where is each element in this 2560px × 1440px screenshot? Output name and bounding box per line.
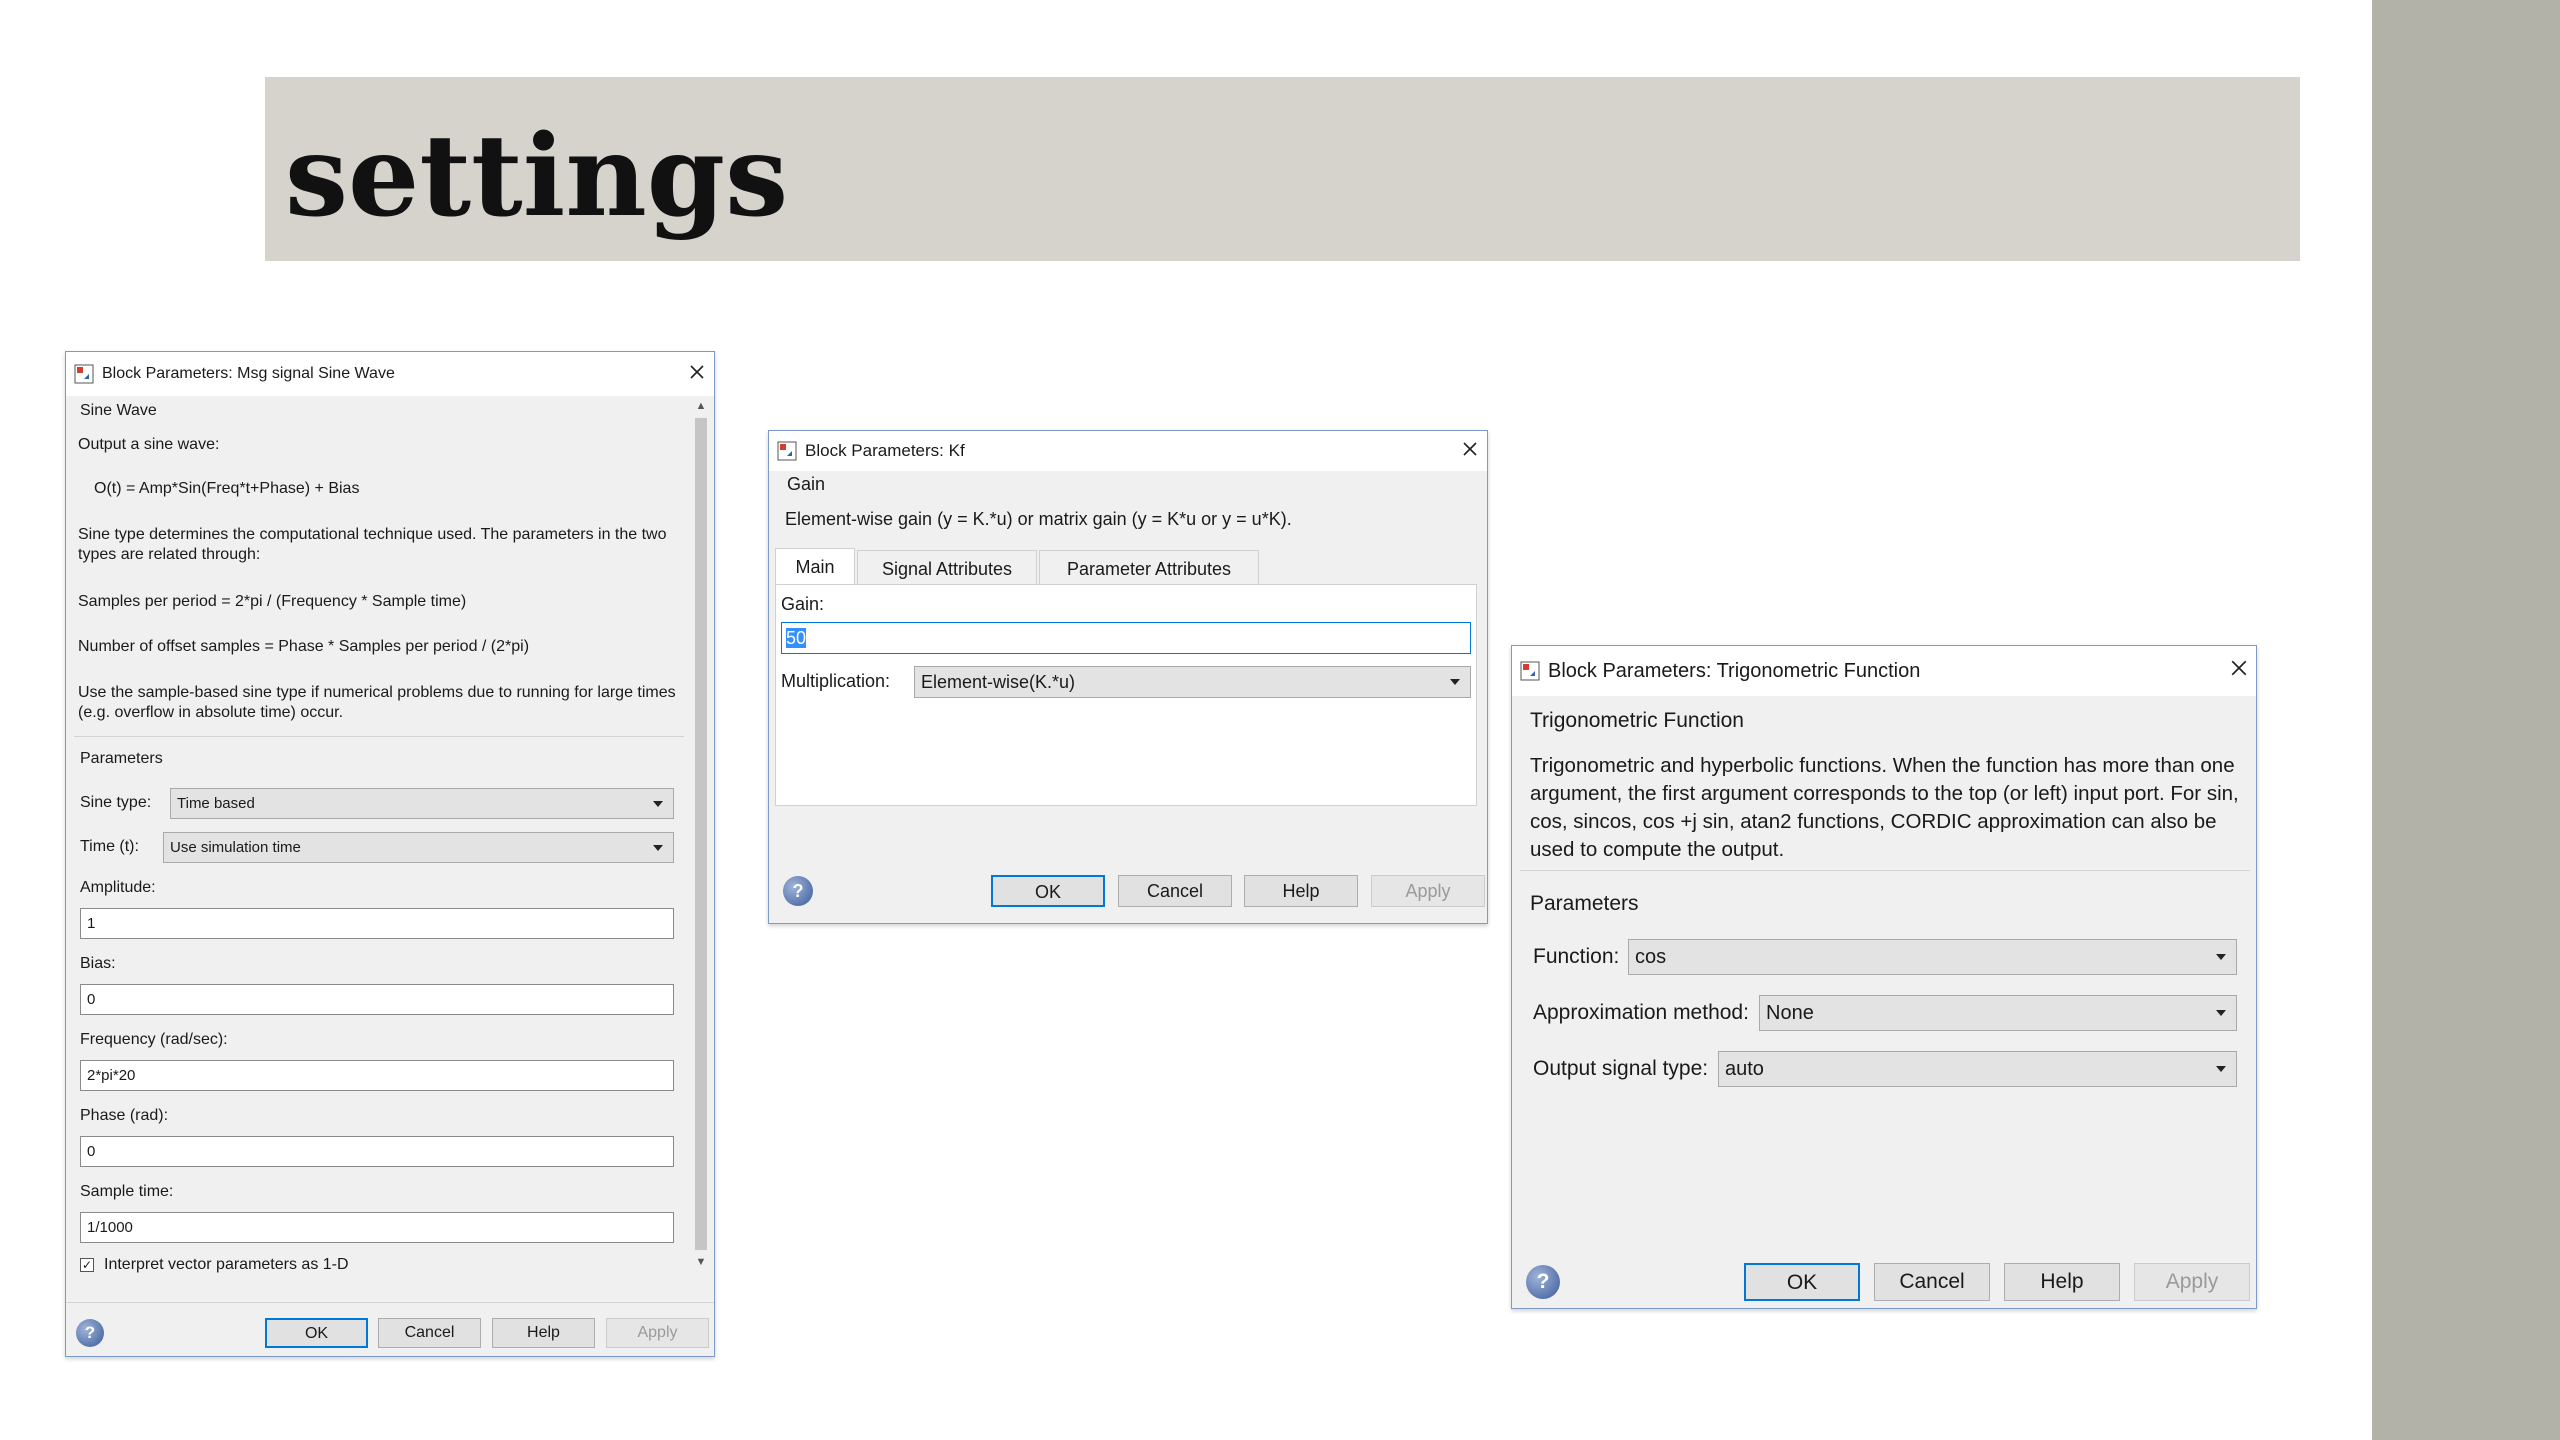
close-button[interactable] xyxy=(2222,659,2256,683)
parameters-label: Parameters xyxy=(80,750,163,767)
ok-button[interactable]: OK xyxy=(1744,1263,1860,1301)
dialog-title: Block Parameters: Trigonometric Function xyxy=(1548,659,1921,682)
sine-type-label: Sine type: xyxy=(80,794,152,811)
phase-field[interactable]: 0 xyxy=(80,1136,674,1167)
frequency-field[interactable]: 2*pi*20 xyxy=(80,1060,674,1091)
parameters-label: Parameters xyxy=(1530,892,1639,915)
chevron-down-icon xyxy=(2216,954,2226,960)
tab-signal-attributes[interactable]: Signal Attributes xyxy=(857,550,1037,586)
selected-value: cos xyxy=(1635,946,1667,968)
function-label: Function: xyxy=(1533,945,1620,968)
cancel-button[interactable]: Cancel xyxy=(378,1318,481,1348)
multiplication-select[interactable]: Element-wise(K.*u) xyxy=(914,666,1471,698)
ok-button[interactable]: OK xyxy=(265,1318,368,1348)
section-label: Gain xyxy=(787,474,826,494)
close-icon xyxy=(2231,660,2247,676)
titlebar: Block Parameters: Trigonometric Function xyxy=(1512,646,2256,696)
output-signal-type-label: Output signal type: xyxy=(1533,1057,1709,1080)
close-icon xyxy=(1463,441,1477,456)
cancel-button[interactable]: Cancel xyxy=(1874,1263,1990,1301)
cancel-button[interactable]: Cancel xyxy=(1118,875,1232,907)
description-line: Output a sine wave: xyxy=(78,436,220,453)
scrollbar[interactable]: ▲ ▼ xyxy=(692,398,710,1270)
help-icon[interactable]: ? xyxy=(76,1319,104,1347)
multiplication-label: Multiplication: xyxy=(781,671,891,691)
output-signal-type-select[interactable]: auto xyxy=(1718,1051,2237,1087)
page-title: settings xyxy=(285,111,789,242)
bias-field[interactable]: 0 xyxy=(80,984,674,1015)
chevron-down-icon xyxy=(2216,1066,2226,1072)
selected-value: Element-wise(K.*u) xyxy=(921,672,1076,692)
approximation-method-select[interactable]: None xyxy=(1759,995,2237,1031)
selected-value: auto xyxy=(1725,1058,1764,1080)
side-bar xyxy=(2372,0,2560,1440)
help-icon[interactable]: ? xyxy=(783,876,813,906)
apply-button[interactable]: Apply xyxy=(1371,875,1485,907)
gain-value: 50 xyxy=(786,628,807,648)
description-text: Element-wise gain (y = K.*u) or matrix g… xyxy=(785,509,1292,529)
divider xyxy=(66,1302,714,1303)
help-button[interactable]: Help xyxy=(492,1318,595,1348)
apply-button[interactable]: Apply xyxy=(606,1318,709,1348)
block-parameters-icon xyxy=(74,364,94,384)
scroll-up-icon[interactable]: ▲ xyxy=(692,400,710,412)
close-button[interactable] xyxy=(680,364,714,385)
gain-label: Gain: xyxy=(781,594,825,614)
divider xyxy=(74,736,684,737)
amplitude-field[interactable]: 1 xyxy=(80,908,674,939)
close-icon xyxy=(690,364,704,379)
tab-parameter-attributes[interactable]: Parameter Attributes xyxy=(1039,550,1259,586)
interpret-vector-label: Interpret vector parameters as 1-D xyxy=(104,1256,349,1273)
ok-button[interactable]: OK xyxy=(991,875,1105,907)
description-paragraph: Use the sample-based sine type if numeri… xyxy=(78,684,676,721)
function-select[interactable]: cos xyxy=(1628,939,2237,975)
selected-value: None xyxy=(1766,1002,1814,1024)
close-button[interactable] xyxy=(1453,441,1487,462)
chevron-down-icon xyxy=(2216,1010,2226,1016)
time-label: Time (t): xyxy=(80,838,139,855)
help-button[interactable]: Help xyxy=(2004,1263,2120,1301)
chevron-down-icon xyxy=(653,800,663,807)
chevron-down-icon xyxy=(1450,679,1460,685)
frequency-label: Frequency (rad/sec): xyxy=(80,1031,228,1048)
section-label: Trigonometric Function xyxy=(1530,709,1744,732)
approximation-method-label: Approximation method: xyxy=(1533,1001,1749,1024)
phase-label: Phase (rad): xyxy=(80,1107,169,1124)
help-icon[interactable]: ? xyxy=(1526,1265,1560,1299)
apply-button[interactable]: Apply xyxy=(2134,1263,2250,1301)
tab-main[interactable]: Main xyxy=(775,548,855,586)
offset-samples-text: Number of offset samples = Phase * Sampl… xyxy=(78,638,530,655)
sine-type-select[interactable]: Time based xyxy=(170,788,674,819)
bias-label: Bias: xyxy=(80,955,116,972)
selected-value: Use simulation time xyxy=(170,839,301,856)
trigonometric-function-dialog: Block Parameters: Trigonometric Function… xyxy=(1511,645,2257,1309)
gain-field[interactable]: 50 xyxy=(781,622,1471,654)
dialog-title: Block Parameters: Kf xyxy=(805,441,965,460)
dialog-title: Block Parameters: Msg signal Sine Wave xyxy=(102,365,395,382)
divider xyxy=(1520,870,2250,871)
description-paragraph: Sine type determines the computational t… xyxy=(78,526,667,563)
gain-dialog: Block Parameters: Kf Gain Element-wise g… xyxy=(768,430,1488,924)
block-parameters-icon xyxy=(777,441,797,461)
samples-per-period-text: Samples per period = 2*pi / (Frequency *… xyxy=(78,593,467,610)
interpret-vector-checkbox[interactable]: ✓ xyxy=(80,1258,94,1272)
block-parameters-icon xyxy=(1520,661,1540,681)
selected-value: Time based xyxy=(177,795,255,812)
sample-time-field[interactable]: 1/1000 xyxy=(80,1212,674,1243)
help-button[interactable]: Help xyxy=(1244,875,1358,907)
titlebar: Block Parameters: Msg signal Sine Wave xyxy=(66,352,714,396)
title-band: settings xyxy=(265,77,2300,261)
scroll-down-icon[interactable]: ▼ xyxy=(692,1256,710,1268)
chevron-down-icon xyxy=(653,844,663,851)
description-paragraph: Trigonometric and hyperbolic functions. … xyxy=(1530,754,2239,861)
scrollbar-thumb[interactable] xyxy=(695,418,707,1250)
sine-wave-dialog: Block Parameters: Msg signal Sine Wave S… xyxy=(65,351,715,1357)
amplitude-label: Amplitude: xyxy=(80,879,156,896)
time-select[interactable]: Use simulation time xyxy=(163,832,674,863)
titlebar: Block Parameters: Kf xyxy=(769,431,1487,471)
section-label: Sine Wave xyxy=(80,402,157,419)
sample-time-label: Sample time: xyxy=(80,1183,174,1200)
equation-text: O(t) = Amp*Sin(Freq*t+Phase) + Bias xyxy=(94,480,360,497)
